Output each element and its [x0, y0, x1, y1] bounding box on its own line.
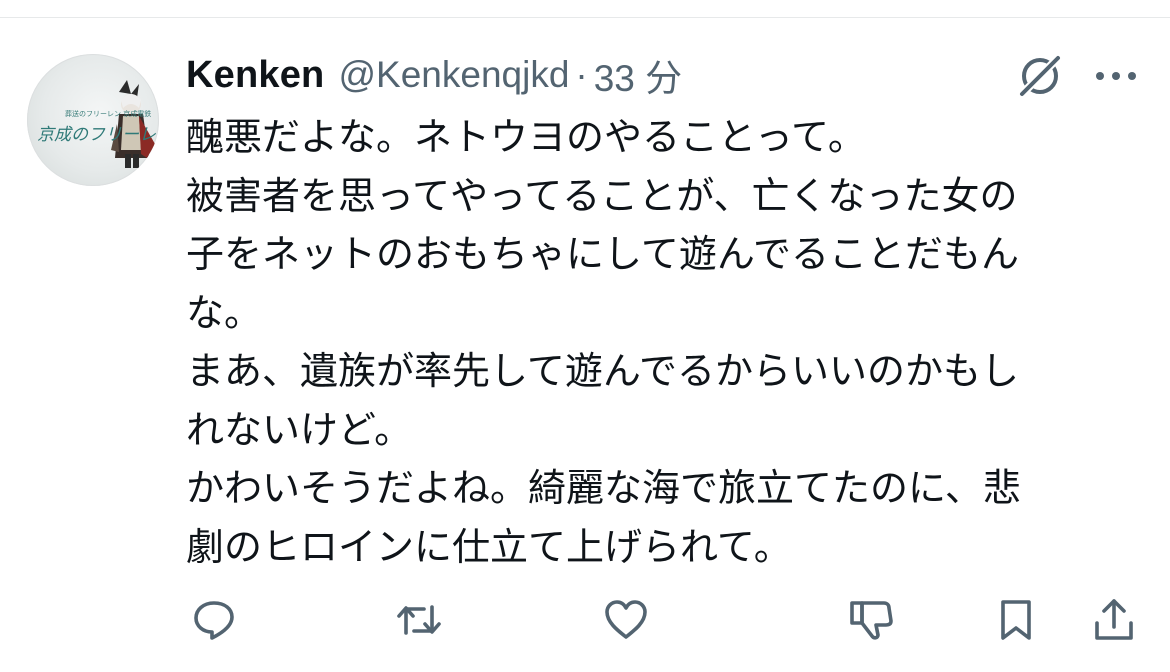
grok-icon [1017, 53, 1063, 99]
dislike-button[interactable] [843, 592, 899, 648]
reply-icon [194, 601, 234, 640]
svg-text:京成のフリーレン: 京成のフリーレン [37, 125, 159, 145]
share-button[interactable] [1086, 592, 1142, 648]
repost-icon [397, 605, 441, 635]
avatar-logo: 葬送のフリーレン 京成電鉄 京成のフリーレン [37, 109, 159, 145]
action-bar [0, 592, 1170, 648]
tweet-text-line: かわいそうだよね。綺麗な海で旅立てたのに、悲 [186, 466, 1021, 510]
avatar-character [111, 80, 155, 168]
repost-button[interactable] [391, 592, 447, 648]
tweet-text: 醜悪だよな。ネトウヨのやることって。 被害者を思ってやってることが、亡くなった女… [186, 108, 1126, 576]
tweet-text-line: 劇のヒロインに仕立て上げられて。 [186, 524, 792, 569]
author-handle[interactable]: @Kenkenqjkd [338, 54, 569, 96]
like-button[interactable] [598, 592, 654, 648]
more-icon [1096, 72, 1136, 80]
author-name[interactable]: Kenken [186, 54, 324, 97]
tweet-text-line: 醜悪だよな。ネトウヨのやることって。 [186, 115, 866, 159]
tweet-text-line: な。 [186, 290, 263, 335]
share-icon [1095, 599, 1133, 640]
reply-button[interactable] [186, 592, 242, 648]
tweet-text-line: 被害者を思ってやってることが、亡くなった女の [186, 173, 1018, 218]
svg-text:葬送のフリーレン 京成電鉄: 葬送のフリーレン 京成電鉄 [65, 109, 151, 118]
more-button[interactable] [1092, 56, 1140, 96]
tweet-timestamp[interactable]: 33 分 [594, 48, 682, 102]
grok-button[interactable] [1014, 50, 1066, 102]
like-icon [605, 600, 647, 639]
avatar-image: 葬送のフリーレン 京成電鉄 京成のフリーレン [37, 80, 159, 168]
bookmark-icon [1001, 600, 1031, 640]
bookmark-button[interactable] [988, 592, 1044, 648]
header-separator: · [575, 54, 588, 95]
tweet-text-line: れないけど。 [186, 407, 413, 452]
avatar[interactable]: 葬送のフリーレン 京成電鉄 京成のフリーレン [27, 54, 159, 186]
tweet[interactable]: 葬送のフリーレン 京成電鉄 京成のフリーレン Kenken @Kenkenqjk… [0, 0, 1170, 672]
tweet-header: Kenken @Kenkenqjkd · 33 分 [186, 50, 682, 100]
dislike-icon [850, 601, 893, 640]
tweet-text-line: まあ、遺族が率先して遊んでるからいいのかもし [186, 349, 1019, 393]
tweet-text-line: 子をネットのおもちゃにして遊んでることだもん [186, 232, 1019, 276]
